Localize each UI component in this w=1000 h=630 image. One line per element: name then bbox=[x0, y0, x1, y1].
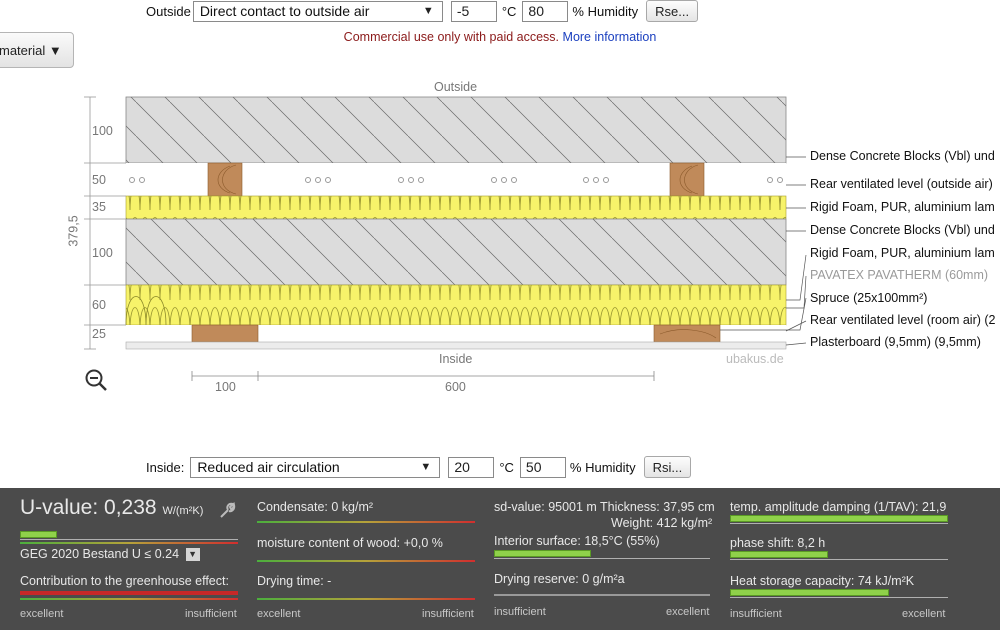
interior-surface-bar-fill bbox=[494, 550, 592, 557]
thickness-layer-5: 60 bbox=[92, 298, 106, 312]
scale-excellent-2: excellent bbox=[257, 608, 301, 620]
thickness-layer-6: 25 bbox=[92, 327, 106, 341]
layer-label-9[interactable]: Plasterboard (9,5mm) (9,5mm) bbox=[810, 335, 981, 349]
zoom-out-icon[interactable] bbox=[84, 368, 110, 394]
greenhouse-label: Contribution to the greenhouse effect: bbox=[20, 574, 229, 588]
weight-label: Weight: 412 kg/m² bbox=[611, 516, 713, 530]
sd-value-label: sd-value: 95001 m bbox=[494, 500, 597, 514]
interior-surface-label: Interior surface: 18,5°C (55%) bbox=[494, 534, 660, 548]
watermark: ubakus.de bbox=[726, 352, 784, 366]
bottom-dim-batten: 100 bbox=[215, 380, 236, 394]
heat-storage-label: Heat storage capacity: 74 kJ/m²K bbox=[730, 574, 915, 588]
spruce-batten-right[interactable] bbox=[653, 324, 721, 343]
drying-time-label: Drying time: - bbox=[257, 574, 332, 588]
inside-label: Inside: bbox=[146, 459, 185, 475]
layer-label-6[interactable]: PAVATEX PAVATHERM (60mm) bbox=[810, 268, 988, 282]
tav-bar-fill bbox=[730, 515, 948, 522]
thickness-layer-4: 100 bbox=[92, 246, 113, 260]
phase-shift-label: phase shift: 8,2 h bbox=[730, 536, 826, 550]
bottom-dimension-lines bbox=[191, 371, 655, 381]
u-value-column: U-value: 0,238 W/(m²K) GEG 2020 Bestand … bbox=[0, 488, 245, 630]
interior-surface-bar bbox=[494, 550, 710, 559]
layer-label-5[interactable]: Rigid Foam, PUR, aluminium lam bbox=[810, 246, 995, 260]
total-thickness: 379,5 bbox=[66, 215, 81, 247]
inside-temperature-input[interactable]: 20 bbox=[448, 456, 495, 478]
wrench-icon[interactable] bbox=[218, 502, 236, 520]
layer-plasterboard[interactable] bbox=[125, 341, 787, 350]
moisture-label: moisture content of wood: +0,0 % bbox=[257, 536, 443, 550]
layer-label-4[interactable]: Dense Concrete Blocks (Vbl) und bbox=[810, 223, 995, 237]
standard-label: GEG 2020 Bestand U ≤ 0.24 ▼ bbox=[20, 547, 200, 562]
condensate-label: Condensate: 0 kg/m² bbox=[257, 500, 374, 514]
scale-insufficient-4: insufficient bbox=[730, 608, 782, 620]
thickness-layer-2: 50 bbox=[92, 173, 106, 187]
inside-humidity-unit: % Humidity bbox=[569, 459, 636, 475]
inside-caption-text: Inside bbox=[439, 352, 473, 366]
thickness-label: Thickness: 37,95 cm bbox=[600, 500, 715, 514]
outside-caption-text: Outside bbox=[434, 80, 478, 94]
thickness-layer-1: 100 bbox=[92, 124, 113, 138]
standard-dropdown-icon[interactable]: ▼ bbox=[185, 548, 200, 562]
heat-storage-bar bbox=[730, 589, 948, 598]
thermal-column: temp. amplitude damping (1/TAV): 21,9 ph… bbox=[730, 488, 955, 630]
scale-insufficient-1: insufficient bbox=[185, 608, 237, 620]
moisture-column: Condensate: 0 kg/m² moisture content of … bbox=[257, 488, 477, 630]
drying-reserve-label: Drying reserve: 0 g/m²a bbox=[494, 572, 625, 586]
inside-air-select[interactable]: Reduced air circulation ▼ bbox=[190, 456, 441, 478]
dropdown-arrow-icon: ▼ bbox=[420, 460, 432, 473]
u-value-display: U-value: 0,238 W/(m²K) bbox=[20, 496, 203, 520]
properties-column: sd-value: 95001 m Thickness: 37,95 cm We… bbox=[494, 488, 716, 630]
u-value-bar-fill bbox=[20, 531, 58, 538]
u-value-scale bbox=[20, 542, 238, 544]
u-value-unit: W/(m²K) bbox=[162, 505, 204, 517]
results-panel: U-value: 0,238 W/(m²K) GEG 2020 Bestand … bbox=[0, 488, 1000, 630]
rsi-button[interactable]: Rsi... bbox=[643, 456, 692, 478]
heat-storage-bar-fill bbox=[730, 589, 890, 596]
concrete-hatch-outer bbox=[126, 97, 786, 163]
inside-air-select-value: Reduced air circulation bbox=[197, 459, 340, 475]
drying-time-scale bbox=[257, 598, 475, 600]
concrete-hatch-inner bbox=[126, 219, 786, 285]
phase-shift-bar bbox=[730, 551, 948, 560]
insulation-pattern-outer bbox=[126, 196, 786, 219]
spruce-batten-left[interactable] bbox=[191, 324, 259, 343]
inside-conditions-row: Inside: Reduced air circulation ▼ 20 °C … bbox=[146, 456, 692, 478]
drying-reserve-scale bbox=[494, 594, 710, 596]
scale-excellent-3: excellent bbox=[666, 606, 710, 618]
layer-label-2[interactable]: Rear ventilated level (outside air) bbox=[810, 177, 993, 191]
scale-insufficient-2: insufficient bbox=[422, 608, 474, 620]
greenhouse-scale bbox=[20, 598, 238, 600]
scale-insufficient-3: insufficient bbox=[494, 606, 546, 618]
u-value-bar bbox=[20, 531, 238, 540]
moisture-scale bbox=[257, 560, 475, 562]
u-value-number: 0,238 bbox=[104, 496, 157, 519]
tav-bar bbox=[730, 515, 948, 524]
thickness-layer-3: 35 bbox=[92, 200, 106, 214]
tav-label: temp. amplitude damping (1/TAV): 21,9 bbox=[730, 500, 947, 514]
standard-text: GEG 2020 Bestand U ≤ 0.24 bbox=[20, 547, 180, 561]
condensate-scale bbox=[257, 521, 475, 523]
layer-label-7[interactable]: Spruce (25x100mm²) bbox=[810, 291, 927, 305]
bottom-dim-spacing: 600 bbox=[445, 380, 466, 394]
u-value-label: U-value: bbox=[20, 496, 99, 519]
scale-excellent-4: excellent bbox=[902, 608, 946, 620]
layer-label-3[interactable]: Rigid Foam, PUR, aluminium lam bbox=[810, 200, 995, 214]
layer-label-8[interactable]: Rear ventilated level (room air) (2 bbox=[810, 313, 996, 327]
scale-excellent-1: excellent bbox=[20, 608, 64, 620]
phase-shift-bar-fill bbox=[730, 551, 829, 558]
layer-label-1[interactable]: Dense Concrete Blocks (Vbl) und bbox=[810, 149, 995, 163]
greenhouse-bar bbox=[20, 591, 238, 595]
inside-temp-unit: °C bbox=[499, 459, 514, 475]
inside-humidity-input[interactable]: 50 bbox=[519, 456, 566, 478]
insulation-loops-inner bbox=[126, 285, 786, 325]
